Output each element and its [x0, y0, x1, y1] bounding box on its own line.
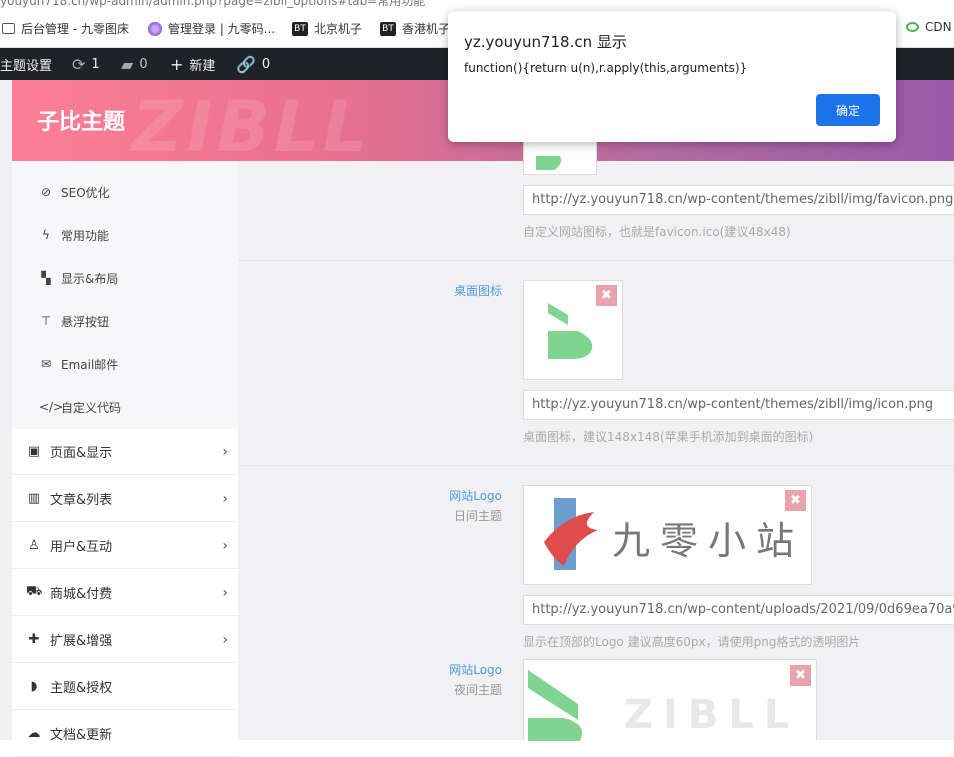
sidebar-item-pages[interactable]: ▣ 页面&显示 › [12, 429, 238, 475]
envelope-icon: ✉ [40, 357, 52, 371]
user-icon: ♙ [28, 538, 40, 553]
desktop-icon-url-input[interactable]: http://yz.youyun718.cn/wp-content/themes… [523, 390, 954, 420]
logo-day-text: 九零小站 [612, 519, 805, 563]
sidebar-item-docs[interactable]: ☁ 文档&更新 [12, 711, 238, 757]
desktop-icon-hint: 桌面图标，建议148x148(苹果手机添加到桌面的图标) [523, 430, 814, 444]
sidebar-item-extend[interactable]: ✚ 扩展&增强 › [12, 617, 238, 663]
bookmark-xianggang[interactable]: BT 香港机子 [380, 20, 450, 37]
zibll-logo-icon [528, 670, 582, 741]
puzzle-icon: ✚ [28, 632, 40, 647]
submenu-item-seo[interactable]: ⊘ SEO优化 [39, 182, 110, 202]
desktop-icon-label: 桌面图标 [453, 284, 502, 298]
layout-icon: ▚ [41, 271, 51, 285]
adminbar-updates[interactable]: ⟳ 1 [72, 55, 100, 74]
refresh-icon: ⟳ [72, 55, 86, 74]
submenu-item-float[interactable]: ⊤ 悬浮按钮 [39, 311, 109, 331]
link-icon: 🔗 [236, 55, 256, 74]
cloud-icon [906, 22, 919, 32]
cloud-icon: ☁ [27, 726, 41, 741]
remove-logo-day-button[interactable]: ✖ [785, 490, 806, 511]
dragon-logo-icon [544, 498, 598, 570]
bolt-icon: ϟ [42, 228, 50, 242]
favicon-hint: 自定义网站图标，也就是favicon.ico(建议48x48) [523, 225, 791, 239]
zibll-logo-icon [536, 156, 562, 170]
comment-icon: ▰ [121, 55, 134, 74]
sidebar-item-license[interactable]: ◗ 主题&授权 [12, 664, 238, 710]
address-bar[interactable]: youyun718.cn/wp-admin/admin.php?page=zib… [0, 0, 954, 8]
logo-day-url-input[interactable]: http://yz.youyun718.cn/wp-content/upload… [523, 595, 954, 625]
sidebar-item-shop[interactable]: ⛟ 商城&付费 › [12, 570, 238, 616]
bt-icon: BT [292, 21, 308, 36]
seo-icon: ⊘ [40, 185, 52, 199]
remove-desktop-icon-button[interactable]: ✖ [596, 285, 617, 306]
submenu-item-common[interactable]: ϟ 常用功能 [39, 225, 109, 245]
adminbar-new[interactable]: + 新建 [170, 55, 215, 74]
ok-button[interactable]: 确定 [816, 94, 880, 126]
adminbar-links[interactable]: 🔗 0 [236, 55, 270, 74]
divider [238, 465, 954, 466]
swirl-icon [148, 21, 162, 36]
bookmark-beijing[interactable]: BT 北京机子 [292, 20, 362, 37]
bt-icon: BT [380, 21, 396, 36]
logo-night-label: 网站Logo [449, 663, 502, 677]
url-text: youyun718.cn/wp-admin/admin.php?page=zib… [0, 0, 426, 8]
dialog-title: yz.youyun718.cn 显示 [464, 33, 627, 51]
map-icon: ▥ [27, 491, 41, 506]
cart-icon: ⛟ [26, 584, 43, 599]
submenu-item-layout[interactable]: ▚ 显示&布局 [39, 268, 118, 288]
banner-title: 子比主题 [37, 110, 126, 135]
pin-icon: ⊤ [40, 314, 52, 328]
chevron-right-icon: › [222, 632, 228, 648]
logo-night-preview: ZIBLL [523, 659, 817, 741]
logo-day-label: 网站Logo [449, 489, 502, 503]
chevron-right-icon: › [222, 491, 228, 507]
logo-day-sublabel: 日间主题 [453, 509, 502, 523]
logo-day-preview: 九零小站 [523, 485, 812, 585]
code-icon: </> [39, 400, 64, 414]
chevron-right-icon: › [222, 585, 228, 601]
logo-night-sublabel: 夜间主题 [453, 683, 502, 697]
chevron-right-icon: › [222, 444, 228, 460]
alert-dialog: yz.youyun718.cn 显示 function(){return u(n… [448, 11, 896, 142]
shield-icon: ◗ [30, 679, 38, 694]
image-icon [2, 23, 15, 34]
submenu-item-code[interactable]: </> 自定义代码 [39, 397, 121, 417]
adminbar-comments[interactable]: ▰ 0 [121, 55, 148, 74]
favicon-url-input[interactable]: http://yz.youyun718.cn/wp-content/themes… [523, 185, 954, 215]
submenu: ⊘ SEO优化 ϟ 常用功能 ▚ 显示&布局 ⊤ 悬浮按钮 ✉ Email邮件 … [12, 161, 238, 429]
calendar-icon: ▣ [27, 444, 41, 459]
remove-logo-night-button[interactable]: ✖ [790, 665, 811, 686]
favicon-preview [523, 140, 597, 175]
bookmark-guanli[interactable]: 管理登录 | 九零码... [148, 20, 275, 37]
sidebar-item-users[interactable]: ♙ 用户&互动 › [12, 523, 238, 569]
logo-night-text: ZIBLL [624, 692, 800, 738]
logo-day-hint: 显示在顶部的Logo 建议高度60px，请使用png格式的透明图片 [523, 635, 861, 649]
plus-icon: + [170, 55, 184, 74]
adminbar-site[interactable]: 主题设置 [0, 55, 52, 74]
divider [238, 260, 954, 261]
options-content [238, 161, 954, 740]
options-sidebar: ⊘ SEO优化 ϟ 常用功能 ▚ 显示&布局 ⊤ 悬浮按钮 ✉ Email邮件 … [12, 161, 238, 757]
dialog-message: function(){return u(n),r.apply(this,argu… [464, 61, 748, 75]
bookmark-tuchuang[interactable]: 后台管理 - 九零图床 [2, 20, 129, 37]
sidebar-item-posts[interactable]: ▥ 文章&列表 › [12, 476, 238, 522]
bookmark-cdn[interactable]: CDN [906, 20, 952, 34]
submenu-item-email[interactable]: ✉ Email邮件 [39, 354, 118, 374]
chevron-right-icon: › [222, 538, 228, 554]
banner-watermark: ZIBLL [132, 86, 372, 168]
